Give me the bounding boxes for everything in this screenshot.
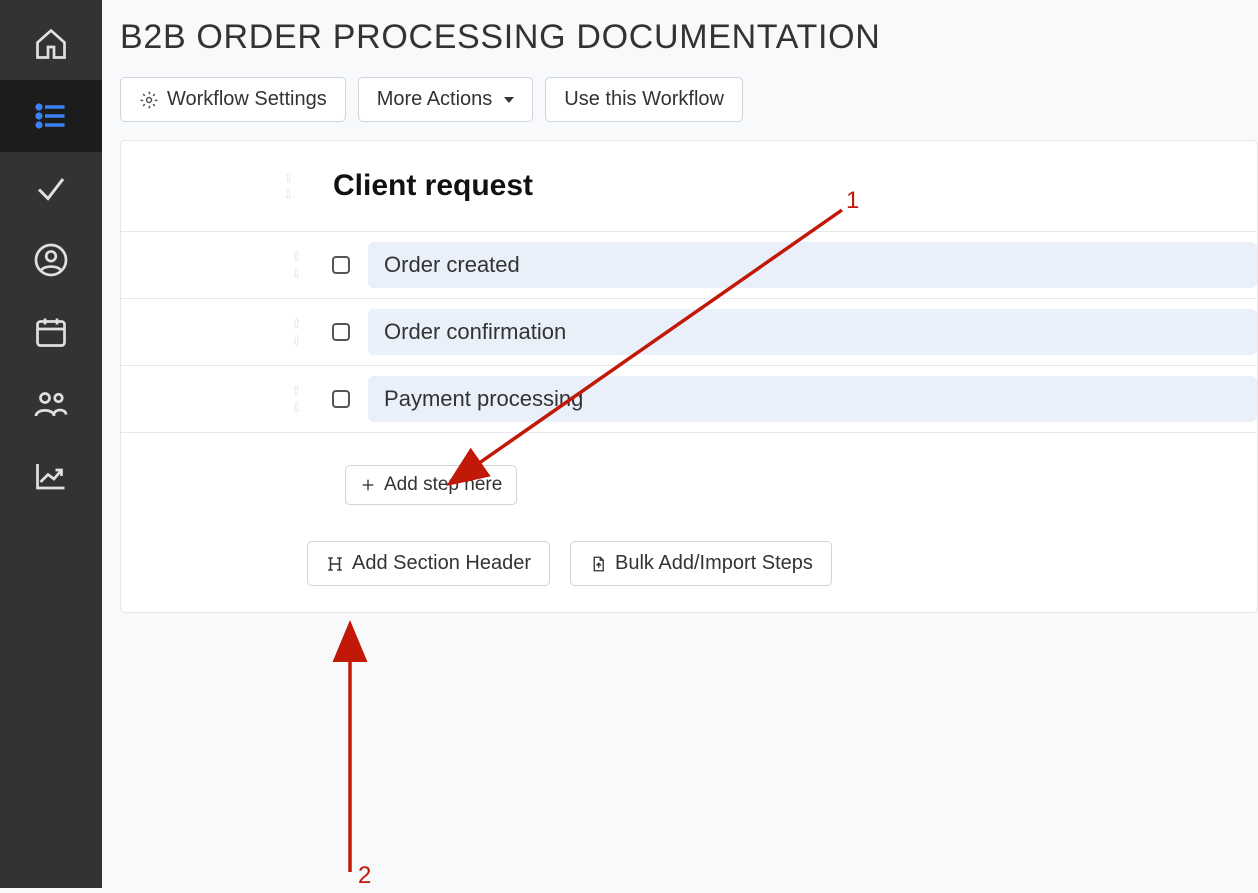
step-checkbox[interactable] — [332, 390, 350, 408]
add-step-button[interactable]: Add step here — [345, 465, 517, 505]
move-down-icon: ⇩ — [283, 188, 311, 201]
heading-icon — [326, 555, 344, 573]
step-label[interactable]: Order created — [368, 242, 1257, 288]
sidebar-item-chart[interactable] — [0, 440, 102, 512]
caret-down-icon — [504, 97, 514, 103]
add-step-row: Add step here — [121, 432, 1257, 505]
sidebar — [0, 0, 102, 888]
step-row: ⇧ ⇩ Order confirmation — [121, 298, 1257, 365]
add-section-header-label: Add Section Header — [352, 552, 531, 575]
user-circle-icon — [33, 242, 69, 278]
bulk-import-label: Bulk Add/Import Steps — [615, 552, 813, 575]
bottom-actions: Add Section Header Bulk Add/Import Steps — [121, 541, 1257, 586]
step-label[interactable]: Payment processing — [368, 376, 1257, 422]
list-icon — [33, 98, 69, 134]
step-checkbox[interactable] — [332, 256, 350, 274]
step-row: ⇧ ⇩ Payment processing — [121, 365, 1257, 432]
step-row: ⇧ ⇩ Order created — [121, 231, 1257, 298]
move-up-icon: ⇧ — [291, 384, 318, 397]
move-up-icon: ⇧ — [291, 250, 318, 263]
move-down-icon: ⇩ — [291, 334, 318, 347]
add-section-header-button[interactable]: Add Section Header — [307, 541, 550, 586]
use-workflow-label: Use this Workflow — [564, 88, 724, 111]
sidebar-item-calendar[interactable] — [0, 296, 102, 368]
add-step-label: Add step here — [384, 474, 502, 496]
team-icon — [33, 386, 69, 422]
sidebar-item-team[interactable] — [0, 368, 102, 440]
move-up-icon: ⇧ — [283, 171, 311, 184]
workflow-card: ⇧ ⇩ Client request ⇧ ⇩ Order created ⇧ — [120, 140, 1258, 613]
bulk-import-button[interactable]: Bulk Add/Import Steps — [570, 541, 832, 586]
sidebar-item-list[interactable] — [0, 80, 102, 152]
home-icon — [33, 26, 69, 62]
sidebar-item-check[interactable] — [0, 152, 102, 224]
main-content: B2B ORDER PROCESSING DOCUMENTATION Workf… — [102, 0, 1258, 888]
use-workflow-button[interactable]: Use this Workflow — [545, 77, 743, 122]
sidebar-item-user[interactable] — [0, 224, 102, 296]
move-down-icon: ⇩ — [291, 401, 318, 414]
toolbar: Workflow Settings More Actions Use this … — [120, 77, 1258, 122]
section-title: Client request — [333, 169, 533, 203]
chart-line-icon — [33, 458, 69, 494]
page-title: B2B ORDER PROCESSING DOCUMENTATION — [120, 18, 1258, 57]
step-label[interactable]: Order confirmation — [368, 309, 1257, 355]
file-import-icon — [589, 555, 607, 573]
move-down-icon: ⇩ — [291, 267, 318, 280]
plus-icon — [360, 477, 376, 493]
more-actions-label: More Actions — [377, 88, 493, 111]
step-checkbox[interactable] — [332, 323, 350, 341]
sidebar-item-home[interactable] — [0, 8, 102, 80]
move-up-icon: ⇧ — [291, 317, 318, 330]
workflow-settings-label: Workflow Settings — [167, 88, 327, 111]
check-icon — [33, 170, 69, 206]
section-header: ⇧ ⇩ Client request — [121, 169, 1257, 203]
more-actions-button[interactable]: More Actions — [358, 77, 534, 122]
calendar-icon — [33, 314, 69, 350]
workflow-settings-button[interactable]: Workflow Settings — [120, 77, 346, 122]
gear-icon — [139, 90, 159, 110]
